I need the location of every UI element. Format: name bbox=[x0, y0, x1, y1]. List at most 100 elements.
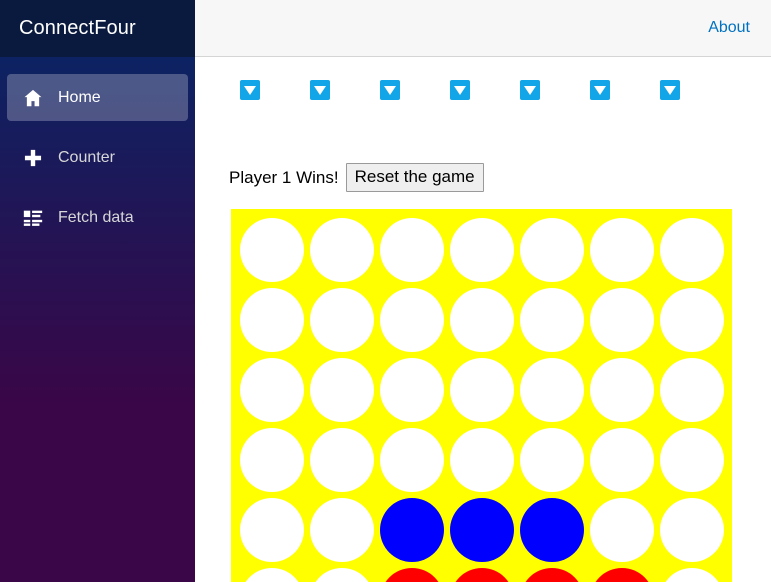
empty-slot bbox=[310, 498, 374, 562]
triangle-down-icon bbox=[664, 85, 676, 95]
board-cell-r4-c7[interactable] bbox=[657, 425, 727, 495]
board-row bbox=[237, 355, 727, 425]
board-cell-r4-c6[interactable] bbox=[587, 425, 657, 495]
board-cell-r2-c3[interactable] bbox=[377, 285, 447, 355]
empty-slot bbox=[660, 428, 724, 492]
red-disc bbox=[590, 568, 654, 582]
empty-slot bbox=[590, 498, 654, 562]
board-cell-r5-c6[interactable] bbox=[587, 495, 657, 565]
empty-slot bbox=[380, 428, 444, 492]
board-cell-r1-c2[interactable] bbox=[307, 215, 377, 285]
drop-column-7-button[interactable] bbox=[660, 80, 680, 100]
empty-slot bbox=[310, 358, 374, 422]
board-cell-r5-c5[interactable] bbox=[517, 495, 587, 565]
board-cell-r6-c1[interactable] bbox=[237, 565, 307, 582]
board-cell-r6-c3[interactable] bbox=[377, 565, 447, 582]
drop-column-6-button[interactable] bbox=[590, 80, 610, 100]
board-cell-r5-c2[interactable] bbox=[307, 495, 377, 565]
sidebar: ConnectFour Home Counter Fetch data bbox=[0, 0, 195, 582]
empty-slot bbox=[310, 428, 374, 492]
app-brand-title[interactable]: ConnectFour bbox=[19, 17, 136, 40]
triangle-down-icon bbox=[244, 85, 256, 95]
drop-column-2-button[interactable] bbox=[310, 80, 330, 100]
board-cell-r1-c5[interactable] bbox=[517, 215, 587, 285]
empty-slot bbox=[590, 218, 654, 282]
board-row bbox=[237, 425, 727, 495]
drop-column-5-button[interactable] bbox=[520, 80, 540, 100]
board-cell-r3-c3[interactable] bbox=[377, 355, 447, 425]
empty-slot bbox=[660, 288, 724, 352]
board-cell-r6-c7[interactable] bbox=[657, 565, 727, 582]
board-cell-r1-c1[interactable] bbox=[237, 215, 307, 285]
board-cell-r2-c4[interactable] bbox=[447, 285, 517, 355]
game-status-row: Player 1 Wins! Reset the game bbox=[229, 163, 484, 192]
board-cell-r6-c4[interactable] bbox=[447, 565, 517, 582]
board-cell-r2-c7[interactable] bbox=[657, 285, 727, 355]
board-cell-r3-c7[interactable] bbox=[657, 355, 727, 425]
board-cell-r2-c2[interactable] bbox=[307, 285, 377, 355]
board-cell-r4-c4[interactable] bbox=[447, 425, 517, 495]
empty-slot bbox=[240, 218, 304, 282]
triangle-down-icon bbox=[314, 85, 326, 95]
sidebar-item-home[interactable]: Home bbox=[7, 74, 188, 121]
board-cell-r4-c1[interactable] bbox=[237, 425, 307, 495]
board-cell-r2-c6[interactable] bbox=[587, 285, 657, 355]
board-cell-r5-c4[interactable] bbox=[447, 495, 517, 565]
reset-game-button[interactable]: Reset the game bbox=[345, 163, 484, 192]
empty-slot bbox=[660, 568, 724, 582]
board-row bbox=[237, 495, 727, 565]
board-cell-r2-c1[interactable] bbox=[237, 285, 307, 355]
board-cell-r3-c2[interactable] bbox=[307, 355, 377, 425]
empty-slot bbox=[240, 568, 304, 582]
empty-slot bbox=[240, 358, 304, 422]
red-disc bbox=[450, 568, 514, 582]
empty-slot bbox=[240, 428, 304, 492]
empty-slot bbox=[450, 218, 514, 282]
empty-slot bbox=[310, 218, 374, 282]
red-disc bbox=[520, 568, 584, 582]
empty-slot bbox=[310, 288, 374, 352]
drop-column-4-button[interactable] bbox=[450, 80, 470, 100]
board-cell-r3-c1[interactable] bbox=[237, 355, 307, 425]
board-cell-r4-c3[interactable] bbox=[377, 425, 447, 495]
empty-slot bbox=[240, 498, 304, 562]
game-status-text: Player 1 Wins! bbox=[229, 167, 339, 187]
empty-slot bbox=[450, 288, 514, 352]
board-cell-r3-c6[interactable] bbox=[587, 355, 657, 425]
board-cell-r5-c7[interactable] bbox=[657, 495, 727, 565]
empty-slot bbox=[520, 428, 584, 492]
board-row bbox=[237, 565, 727, 582]
board-cell-r5-c3[interactable] bbox=[377, 495, 447, 565]
triangle-down-icon bbox=[454, 85, 466, 95]
sidebar-item-label: Counter bbox=[58, 148, 115, 166]
board-cell-r1-c3[interactable] bbox=[377, 215, 447, 285]
board-cell-r3-c4[interactable] bbox=[447, 355, 517, 425]
board-cell-r1-c6[interactable] bbox=[587, 215, 657, 285]
board-cell-r1-c4[interactable] bbox=[447, 215, 517, 285]
board-cell-r6-c2[interactable] bbox=[307, 565, 377, 582]
board-row bbox=[237, 215, 727, 285]
drop-column-1-button[interactable] bbox=[240, 80, 260, 100]
top-bar: About bbox=[195, 0, 771, 57]
sidebar-item-fetch-data[interactable]: Fetch data bbox=[7, 194, 188, 241]
sidebar-item-counter[interactable]: Counter bbox=[7, 134, 188, 181]
empty-slot bbox=[450, 428, 514, 492]
drop-column-3-button[interactable] bbox=[380, 80, 400, 100]
about-link[interactable]: About bbox=[708, 19, 750, 37]
board-cell-r3-c5[interactable] bbox=[517, 355, 587, 425]
board-cell-r6-c6[interactable] bbox=[587, 565, 657, 582]
empty-slot bbox=[520, 288, 584, 352]
blue-disc bbox=[450, 498, 514, 562]
empty-slot bbox=[590, 358, 654, 422]
app-root: ConnectFour Home Counter Fetch data Abou… bbox=[0, 0, 771, 582]
triangle-down-icon bbox=[594, 85, 606, 95]
board-row bbox=[237, 285, 727, 355]
empty-slot bbox=[660, 498, 724, 562]
board-cell-r5-c1[interactable] bbox=[237, 495, 307, 565]
plus-icon bbox=[22, 147, 44, 169]
board-cell-r4-c5[interactable] bbox=[517, 425, 587, 495]
board-cell-r6-c5[interactable] bbox=[517, 565, 587, 582]
board-cell-r4-c2[interactable] bbox=[307, 425, 377, 495]
board-cell-r1-c7[interactable] bbox=[657, 215, 727, 285]
board-cell-r2-c5[interactable] bbox=[517, 285, 587, 355]
